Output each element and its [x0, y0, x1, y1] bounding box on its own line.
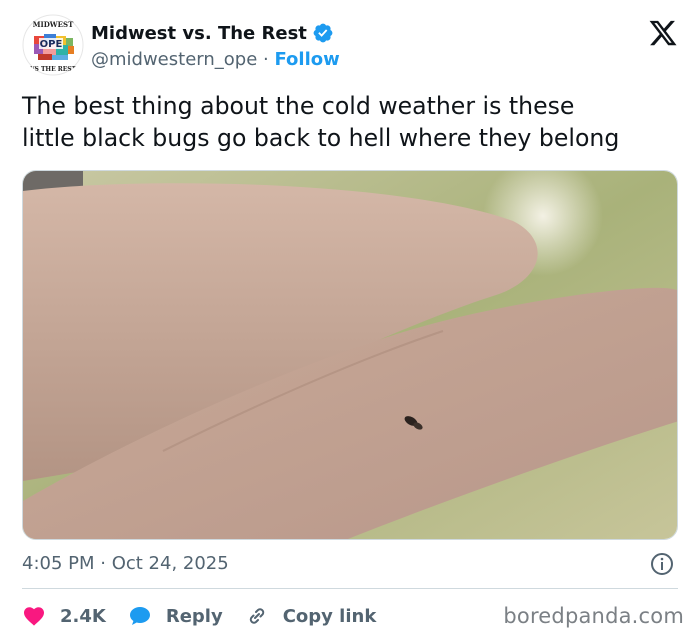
link-icon	[249, 608, 264, 624]
bug-on-finger-photo	[23, 171, 677, 539]
display-name[interactable]: Midwest vs. The Rest	[91, 23, 307, 44]
like-button[interactable]: 2.4K	[22, 604, 106, 628]
reply-label: Reply	[165, 605, 223, 627]
midwest-ope-logo-icon: MIDWEST VS THE REST OPE	[22, 14, 84, 76]
handle-row: @midwestern_ope · Follow	[91, 49, 340, 70]
svg-text:MIDWEST: MIDWEST	[33, 20, 74, 29]
watermark: boredpanda.com	[503, 604, 684, 628]
verified-badge-icon	[313, 23, 333, 43]
copy-link-button[interactable]: Copy link	[245, 604, 377, 628]
handle[interactable]: @midwestern_ope	[91, 49, 257, 70]
avatar-logo-text: OPE	[40, 39, 63, 50]
tweet-photo[interactable]	[22, 170, 678, 540]
tweet-header: MIDWEST VS THE REST OPE Midwest vs. The …	[22, 14, 682, 80]
info-icon[interactable]	[650, 552, 674, 576]
separator: ·	[263, 49, 269, 70]
svg-text:VS THE REST: VS THE REST	[29, 66, 77, 73]
avatar[interactable]: MIDWEST VS THE REST OPE	[22, 14, 84, 76]
follow-button[interactable]: Follow	[274, 49, 339, 70]
action-bar: 2.4K Reply Copy link	[22, 602, 398, 630]
reply-button[interactable]: Reply	[128, 604, 223, 628]
copy-link-label: Copy link	[282, 605, 377, 627]
like-count: 2.4K	[60, 605, 106, 627]
divider	[22, 588, 678, 589]
reply-bubble-icon	[129, 607, 150, 625]
heart-icon	[24, 607, 44, 626]
tweet-text: The best thing about the cold weather is…	[22, 92, 620, 152]
x-logo-icon[interactable]	[648, 18, 678, 48]
timestamp[interactable]: 4:05 PM · Oct 24, 2025	[22, 553, 229, 574]
